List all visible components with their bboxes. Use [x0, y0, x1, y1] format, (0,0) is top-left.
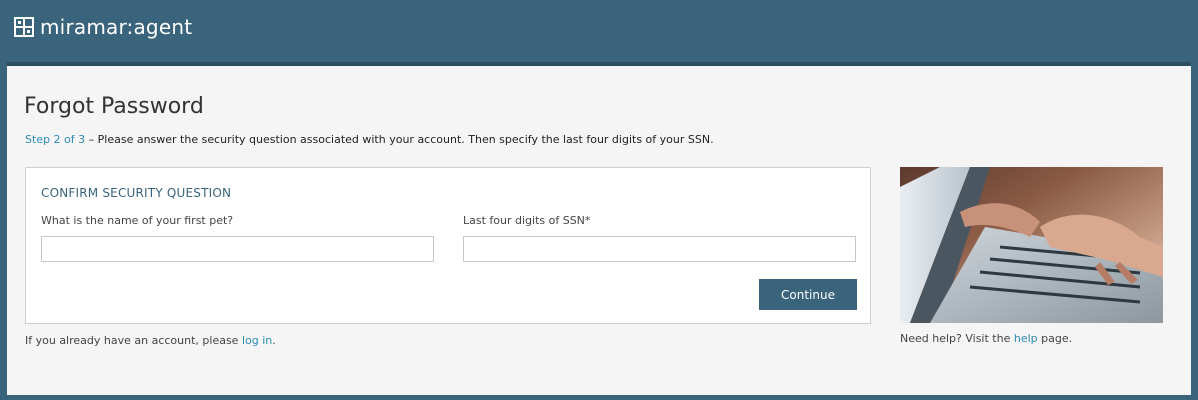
- step-instructions: Step 2 of 3 – Please answer the security…: [25, 133, 714, 146]
- grid-logo-icon: [14, 17, 34, 37]
- laptop-typing-photo: [900, 167, 1163, 323]
- main-panel: Forgot Password Step 2 of 3 – Please ans…: [7, 62, 1191, 395]
- form-heading: CONFIRM SECURITY QUESTION: [41, 186, 232, 200]
- help-prefix: Need help? Visit the: [900, 332, 1014, 345]
- login-link[interactable]: log in: [242, 334, 272, 347]
- security-answer-input[interactable]: [41, 236, 434, 262]
- step-description: – Please answer the security question as…: [85, 133, 714, 146]
- login-prefix: If you already have an account, please: [25, 334, 242, 347]
- security-question-form: CONFIRM SECURITY QUESTION What is the na…: [25, 167, 871, 324]
- security-question-label: What is the name of your first pet?: [41, 214, 234, 227]
- help-link[interactable]: help: [1014, 332, 1038, 345]
- ssn-input[interactable]: [463, 236, 856, 262]
- top-header: miramar:agent: [0, 0, 1198, 60]
- brand[interactable]: miramar:agent: [14, 15, 192, 39]
- login-prompt: If you already have an account, please l…: [25, 334, 276, 347]
- continue-button[interactable]: Continue: [759, 279, 857, 310]
- ssn-label: Last four digits of SSN*: [463, 214, 591, 227]
- page-title: Forgot Password: [24, 94, 204, 119]
- help-suffix: page.: [1037, 332, 1073, 345]
- brand-name: miramar:agent: [40, 15, 193, 39]
- help-prompt: Need help? Visit the help page.: [900, 332, 1072, 345]
- step-indicator: Step 2 of 3: [25, 133, 86, 146]
- login-suffix: .: [272, 334, 276, 347]
